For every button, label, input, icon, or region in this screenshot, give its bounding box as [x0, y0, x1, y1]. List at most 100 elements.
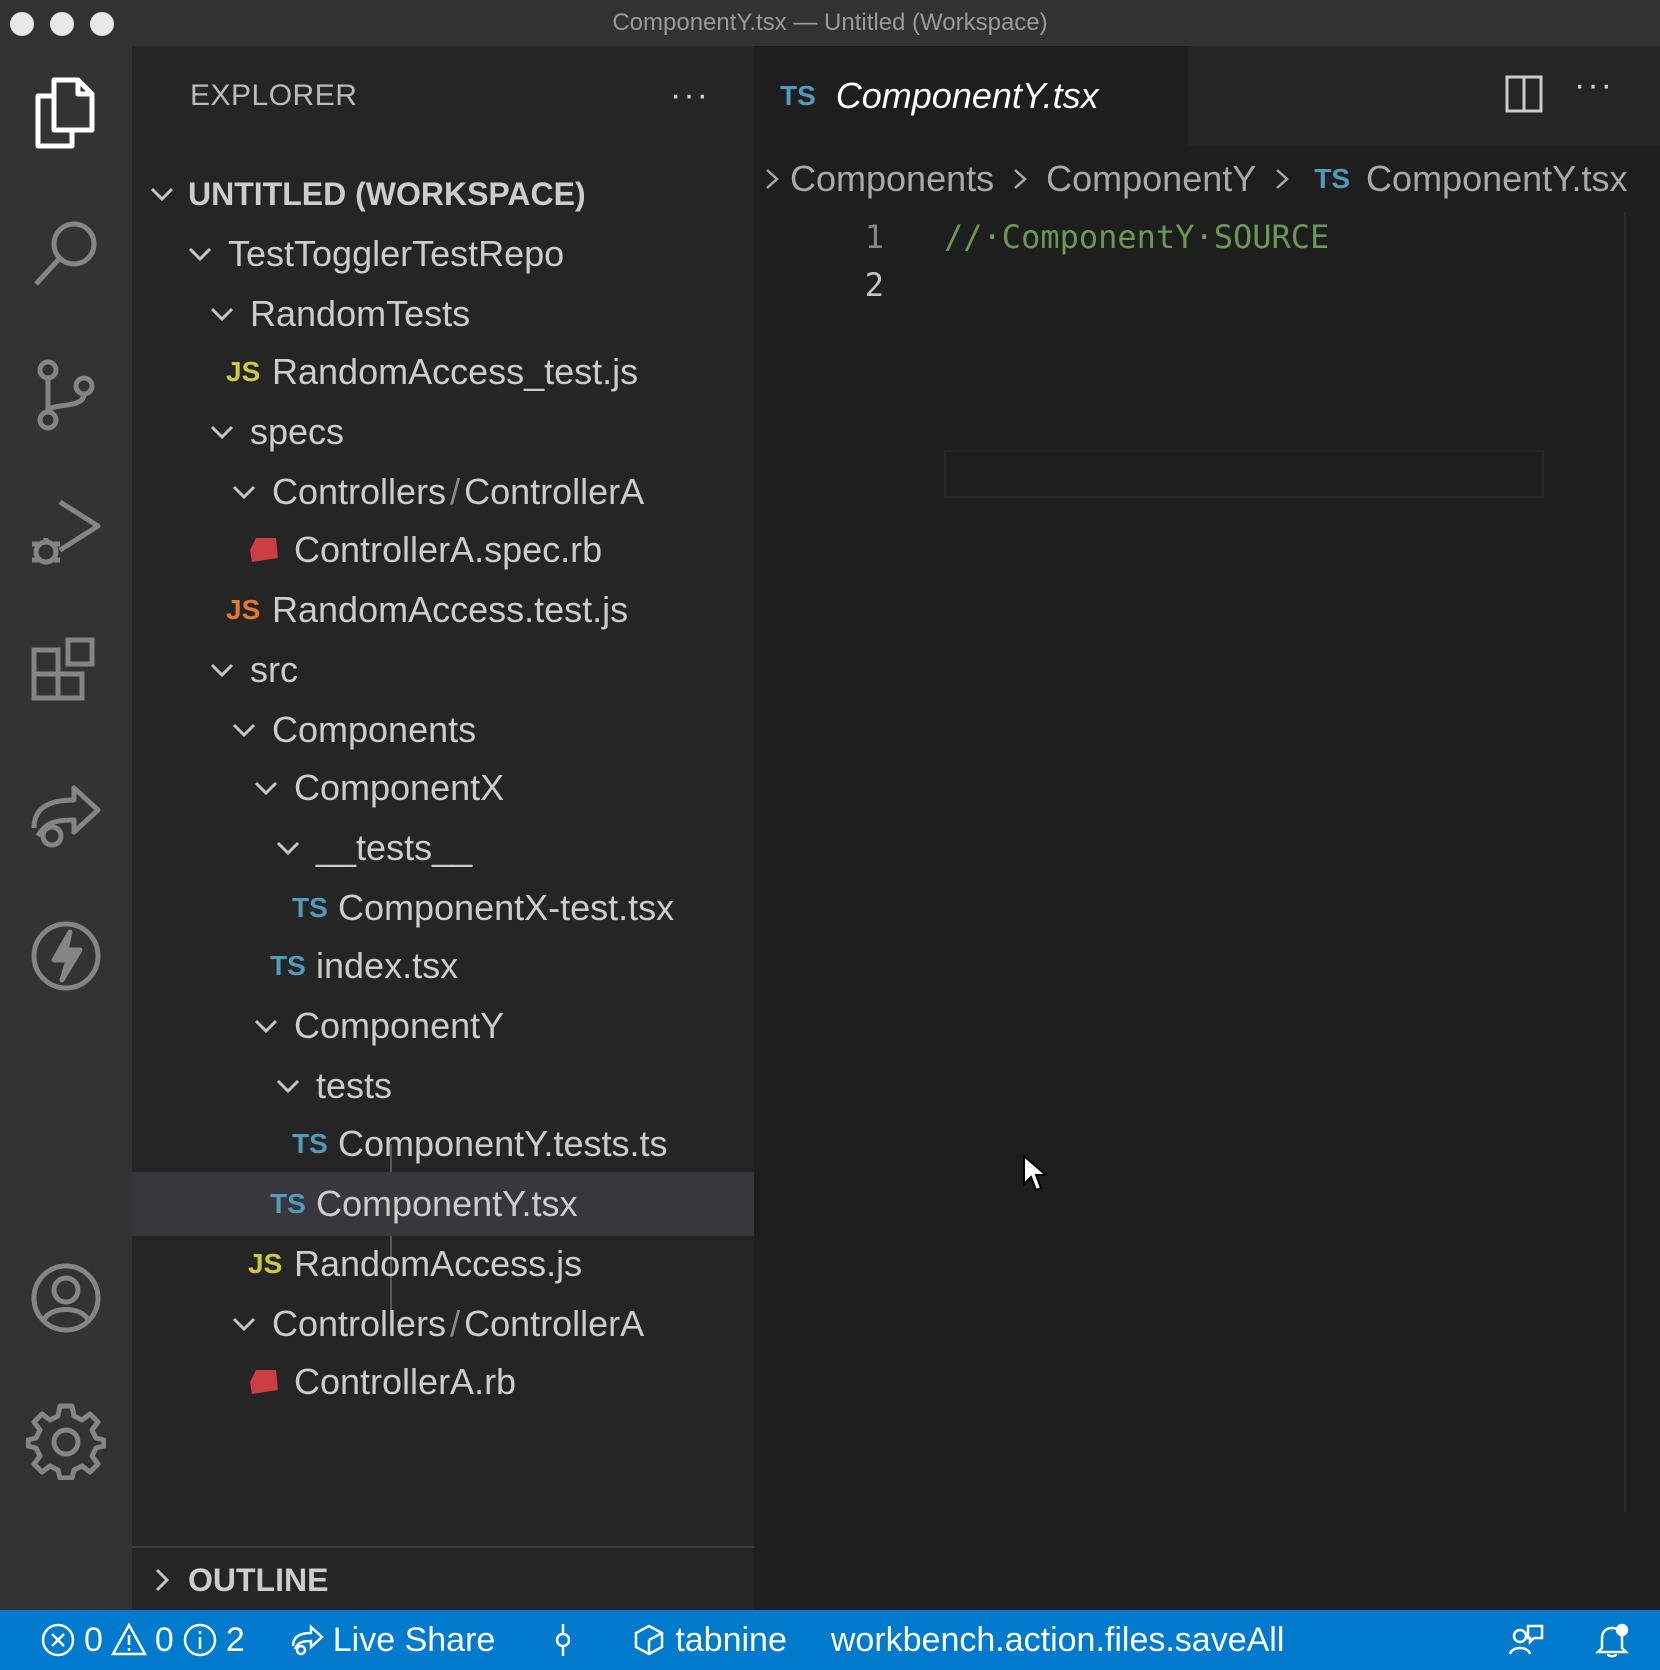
folder-label: ComponentX	[294, 767, 505, 808]
breadcrumb-item[interactable]: ComponentY	[1046, 158, 1256, 200]
warning-count: 0	[154, 1620, 174, 1659]
tab-componenty[interactable]: TS ComponentY.tsx	[754, 46, 1188, 146]
folder-label: Controllers / ControllerA	[272, 471, 645, 512]
status-bar: 0 0 2 Live Share tabnine workbench.actio…	[0, 1610, 1660, 1670]
file-label: ComponentY.tests.ts	[338, 1123, 668, 1164]
workspace-label: UNTITLED (WORKSPACE)	[188, 175, 586, 212]
live-share-button[interactable]: Live Share	[289, 1620, 496, 1660]
folder-label: specs	[250, 411, 345, 452]
chevron-right-icon	[142, 1560, 182, 1600]
info-count: 2	[225, 1620, 245, 1659]
folder-label: src	[250, 649, 298, 690]
typescript-file-icon: TS	[292, 1128, 328, 1159]
chevron-down-icon	[180, 234, 220, 274]
breadcrumb-item[interactable]: Components	[790, 158, 994, 200]
tree-folder-row[interactable]: Controllers / ControllerA	[132, 460, 846, 524]
outline-section-header[interactable]: OUTLINE	[132, 1546, 754, 1612]
tree-file-row[interactable]: JS RandomAccess_test.js	[132, 340, 848, 404]
tab-bar: TS ComponentY.tsx ···	[754, 46, 1660, 146]
close-window-button[interactable]	[10, 12, 34, 36]
folder-label: __tests__	[316, 827, 473, 868]
chevron-down-icon	[224, 472, 264, 512]
activity-bar	[0, 46, 132, 1610]
tree-file-row[interactable]: JS RandomAccess.test.js	[132, 578, 848, 642]
file-label: ComponentY.tsx	[316, 1183, 578, 1224]
explorer-more-actions-button[interactable]: ···	[670, 76, 710, 115]
tree-folder-row[interactable]: RandomTests	[132, 282, 824, 346]
breadcrumb-item[interactable]: ComponentY.tsx	[1366, 158, 1628, 200]
breadcrumb: Components ComponentY TS ComponentY.tsx	[754, 146, 1660, 212]
typescript-file-icon: TS	[1314, 163, 1351, 194]
chevron-down-icon	[142, 174, 182, 214]
file-label: RandomAccess_test.js	[272, 351, 639, 392]
chevron-down-icon	[202, 412, 242, 452]
account-icon[interactable]	[22, 1254, 110, 1342]
lightning-icon[interactable]	[22, 912, 110, 1000]
typescript-file-icon: TS	[270, 950, 306, 981]
javascript-file-icon: JS	[248, 1248, 283, 1279]
extensions-icon[interactable]	[22, 630, 110, 718]
notifications-bell-icon[interactable]	[1594, 1622, 1630, 1658]
folder-label: ComponentY	[294, 1005, 505, 1046]
search-icon[interactable]	[22, 210, 110, 298]
folder-label: Components	[272, 709, 477, 750]
live-share-icon	[291, 1624, 324, 1656]
tree-folder-row[interactable]: Components	[132, 698, 846, 762]
tree-folder-row[interactable]: specs	[132, 400, 824, 464]
chevron-down-icon	[268, 1066, 308, 1106]
ruby-file-icon	[248, 1368, 294, 1396]
chevron-down-icon	[202, 650, 242, 690]
chevron-right-icon	[754, 161, 790, 197]
explorer-sidebar: EXPLORER ··· UNTITLED (WORKSPACE) TestTo…	[132, 46, 892, 1612]
javascript-file-icon: JS	[226, 356, 261, 387]
explorer-icon[interactable]	[22, 68, 110, 156]
folder-label: Controllers / ControllerA	[272, 1303, 645, 1344]
file-label: ComponentX-test.tsx	[338, 887, 675, 928]
outline-label: OUTLINE	[188, 1561, 329, 1598]
tree-folder-row[interactable]: src	[132, 638, 824, 702]
error-icon	[41, 1623, 75, 1657]
split-editor-icon[interactable]	[1504, 74, 1544, 114]
tabnine-button[interactable]: tabnine	[631, 1621, 787, 1660]
minimap[interactable]	[1624, 212, 1660, 1512]
typescript-file-icon: TS	[780, 80, 816, 111]
typescript-file-icon: TS	[292, 892, 328, 923]
tabnine-label: tabnine	[675, 1620, 787, 1659]
zoom-window-button[interactable]	[90, 12, 114, 36]
tabnine-icon	[635, 1624, 664, 1656]
live-share-icon[interactable]	[22, 772, 110, 860]
file-label: RandomAccess.test.js	[272, 589, 629, 630]
settings-gear-icon[interactable]	[22, 1396, 110, 1484]
code-line[interactable]: //·ComponentY·SOURCE	[944, 218, 1329, 256]
file-label: index.tsx	[316, 945, 459, 986]
error-count: 0	[84, 1620, 103, 1659]
explorer-title: EXPLORER	[190, 79, 358, 112]
source-control-icon[interactable]	[22, 350, 110, 438]
commit-indicator[interactable]	[545, 1622, 581, 1658]
chevron-down-icon	[224, 1304, 264, 1344]
status-command-text: workbench.action.files.saveAll	[830, 1620, 1285, 1659]
run-debug-icon[interactable]	[22, 490, 110, 578]
folder-label: TestTogglerTestRepo	[228, 233, 565, 274]
folder-label: tests	[316, 1065, 393, 1106]
tree-folder-row[interactable]: TestTogglerTestRepo	[132, 222, 802, 286]
tree-folder-row[interactable]: Controllers / ControllerA	[132, 1292, 846, 1356]
git-commit-icon	[556, 1624, 571, 1656]
window-controls	[10, 12, 114, 36]
feedback-icon[interactable]	[1508, 1622, 1544, 1658]
minimize-window-button[interactable]	[50, 12, 74, 36]
editor-more-actions-button[interactable]: ···	[1574, 66, 1614, 105]
line-number: 1	[864, 218, 884, 256]
problems-indicator[interactable]: 0 0 2	[40, 1621, 245, 1660]
title-bar: ComponentY.tsx — Untitled (Workspace)	[0, 0, 1660, 46]
code-editor[interactable]: 1 //·ComponentY·SOURCE 2	[754, 212, 1660, 1512]
chevron-down-icon	[268, 828, 308, 868]
workspace-section-header[interactable]: UNTITLED (WORKSPACE)	[132, 162, 764, 226]
chevron-down-icon	[224, 710, 264, 750]
tab-label: ComponentY.tsx	[835, 75, 1099, 116]
status-bar-right	[1508, 1622, 1630, 1658]
live-share-label: Live Share	[332, 1620, 496, 1659]
chevron-down-icon	[202, 294, 242, 334]
ruby-file-icon	[248, 536, 294, 564]
typescript-file-icon: TS	[270, 1188, 306, 1219]
